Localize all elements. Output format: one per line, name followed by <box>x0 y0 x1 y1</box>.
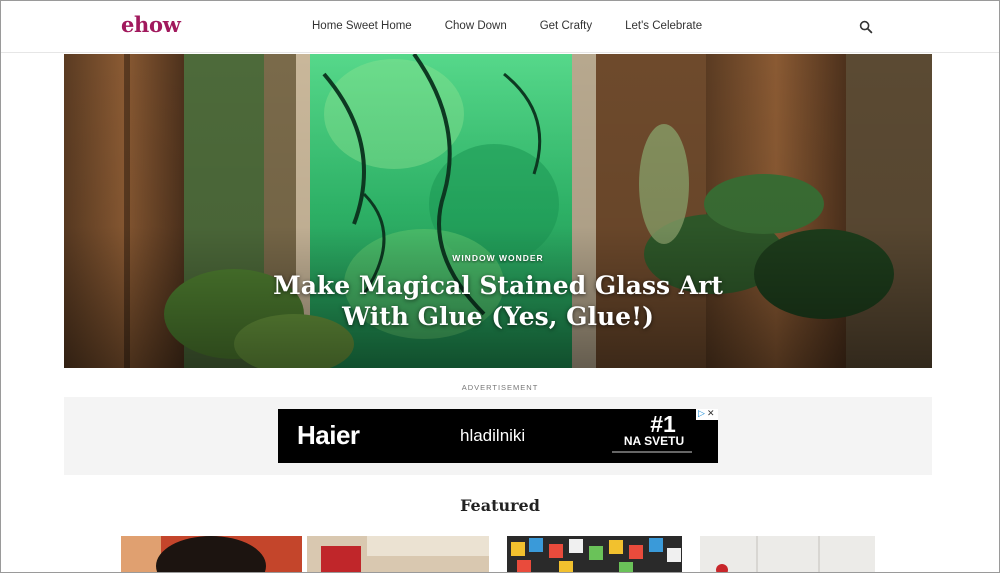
featured-heading: Featured <box>460 496 540 515</box>
ad-banner[interactable]: Haier hladilniki #1 NA SVETU ▷ ✕ <box>278 409 718 463</box>
site-logo[interactable]: ehow <box>121 12 181 37</box>
nav-item-home-sweet-home[interactable]: Home Sweet Home <box>312 20 412 32</box>
main-nav: Home Sweet Home Chow Down Get Crafty Let… <box>312 20 735 32</box>
hero-article[interactable]: WINDOW WONDER Make Magical Stained Glass… <box>64 54 932 368</box>
hero-category[interactable]: WINDOW WONDER <box>64 253 932 263</box>
ad-choices-icon[interactable]: ▷ ✕ <box>696 409 718 420</box>
featured-card-4-image <box>700 536 875 573</box>
featured-card-1-image <box>121 536 302 573</box>
featured-card-1[interactable] <box>121 536 302 573</box>
featured-card-4[interactable] <box>700 536 875 573</box>
hero-title[interactable]: Make Magical Stained Glass Art With Glue… <box>268 270 728 332</box>
ad-fine-print <box>612 451 692 453</box>
featured-card-3-image <box>507 536 682 573</box>
ad-brand: Haier <box>297 420 360 450</box>
nav-item-chow-down[interactable]: Chow Down <box>445 20 507 32</box>
advertisement-label: ADVERTISEMENT <box>461 383 539 392</box>
featured-card-3[interactable] <box>507 536 682 573</box>
ad-product: hladilniki <box>460 426 526 445</box>
featured-card-2-image <box>307 536 489 573</box>
search-icon[interactable] <box>859 20 873 34</box>
site-header: ehow Home Sweet Home Chow Down Get Craft… <box>0 0 1000 53</box>
nav-item-get-crafty[interactable]: Get Crafty <box>540 20 592 32</box>
hero-caption: WINDOW WONDER Make Magical Stained Glass… <box>64 54 932 368</box>
ad-rank-subtitle: NA SVETU <box>623 434 685 448</box>
featured-card-2[interactable] <box>307 536 489 573</box>
nav-item-lets-celebrate[interactable]: Let's Celebrate <box>625 20 702 32</box>
